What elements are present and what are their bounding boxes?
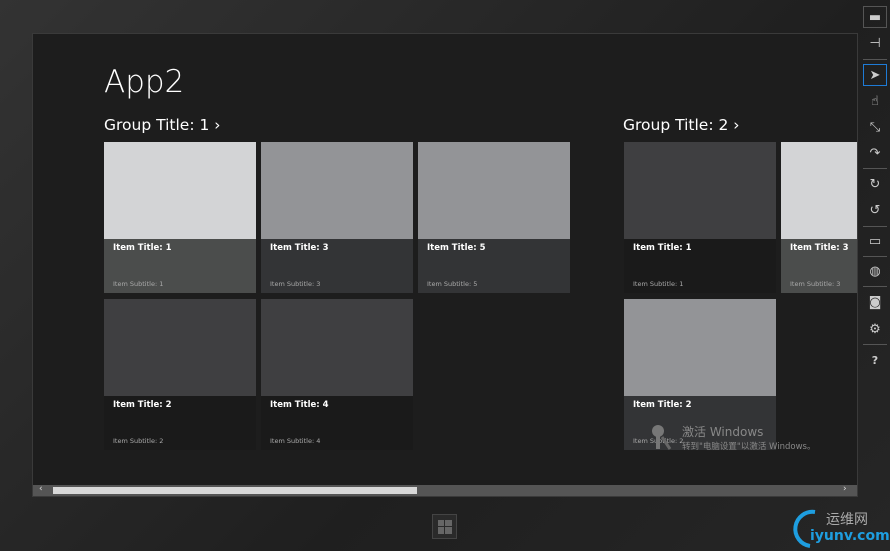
rotate-clockwise-icon[interactable]: ↻	[863, 173, 887, 195]
item-tile[interactable]: Item Title: 1 Item Subtitle: 1	[624, 142, 776, 293]
item-tile[interactable]: Item Title: 4 Item Subtitle: 4	[261, 299, 413, 450]
item-tile[interactable]: Item Title: 5 Item Subtitle: 5	[418, 142, 570, 293]
location-globe-icon[interactable]: ◍	[863, 260, 887, 282]
item-tile[interactable]: Item Title: 2 Item Subtitle: 2	[624, 299, 776, 450]
item-subtitle: Item Subtitle: 1	[633, 280, 684, 288]
item-subtitle: Item Subtitle: 2	[113, 437, 164, 445]
item-title: Item Title: 3	[790, 243, 849, 253]
touch-mode-icon[interactable]: ☝	[863, 90, 887, 112]
rotation-touch-icon[interactable]: ↷	[863, 142, 887, 164]
app-screen: App2 Group Title: 1 › Group Title: 2 › I…	[32, 33, 858, 497]
pin-icon[interactable]: ⊣	[863, 32, 887, 54]
mouse-mode-icon[interactable]: ➤	[863, 64, 887, 86]
windows-logo-icon	[437, 519, 452, 534]
simulator-toolbar: ▬ ⊣ ➤ ☝ ⤡ ↷ ↻ ↺ ▭ ◍ ◙ ⚙ ?	[860, 0, 890, 551]
item-title: Item Title: 2	[113, 400, 172, 410]
item-subtitle: Item Subtitle: 3	[270, 280, 321, 288]
minimize-icon[interactable]: ▬	[863, 6, 887, 28]
page-title: App2	[104, 64, 185, 100]
item-subtitle: Item Subtitle: 1	[113, 280, 164, 288]
item-subtitle: Item Subtitle: 3	[790, 280, 841, 288]
item-title: Item Title: 4	[270, 400, 329, 410]
site-name-cn: 运维网	[826, 512, 868, 528]
horizontal-scrollbar[interactable]: ‹ ›	[33, 484, 857, 496]
item-title: Item Title: 3	[270, 243, 329, 253]
item-tile[interactable]: Item Title: 3 Item Subtitle: 3	[781, 142, 857, 293]
screenshot-camera-icon[interactable]: ◙	[863, 291, 887, 313]
windows-start-button[interactable]	[432, 514, 457, 539]
scroll-left-button[interactable]: ‹	[39, 484, 43, 494]
item-title: Item Title: 1	[633, 243, 692, 253]
scroll-right-button[interactable]: ›	[843, 484, 847, 494]
site-watermark-logo: 运维网 iyunv.com	[790, 506, 890, 551]
item-title: Item Title: 5	[427, 243, 486, 253]
item-tile[interactable]: Item Title: 3 Item Subtitle: 3	[261, 142, 413, 293]
item-title: Item Title: 2	[633, 400, 692, 410]
resolution-icon[interactable]: ▭	[863, 230, 887, 252]
item-title: Item Title: 1	[113, 243, 172, 253]
site-name-en: iyunv.com	[810, 528, 890, 544]
item-tile[interactable]: Item Title: 2 Item Subtitle: 2	[104, 299, 256, 450]
pinch-zoom-icon[interactable]: ⤡	[863, 116, 887, 138]
settings-gear-icon[interactable]: ⚙	[863, 318, 887, 340]
item-subtitle: Item Subtitle: 2	[633, 437, 684, 445]
help-button[interactable]: ?	[863, 349, 887, 371]
rotate-counterclockwise-icon[interactable]: ↺	[863, 199, 887, 221]
group-header-1[interactable]: Group Title: 1 ›	[104, 116, 220, 134]
item-subtitle: Item Subtitle: 5	[427, 280, 478, 288]
item-tile[interactable]: Item Title: 1 Item Subtitle: 1	[104, 142, 256, 293]
scrollbar-thumb[interactable]	[53, 487, 417, 494]
item-subtitle: Item Subtitle: 4	[270, 437, 321, 445]
group-header-2[interactable]: Group Title: 2 ›	[623, 116, 739, 134]
